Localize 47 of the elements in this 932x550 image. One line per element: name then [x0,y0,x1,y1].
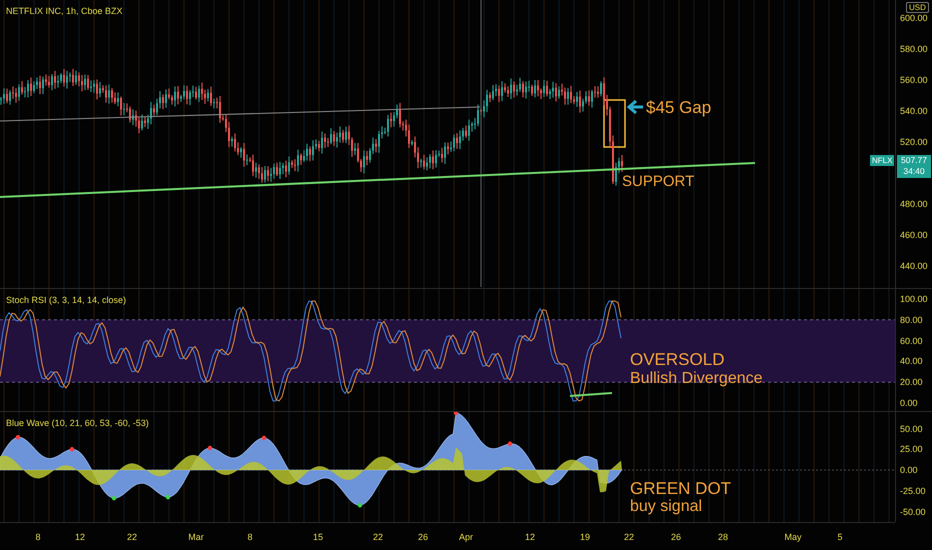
indicator-legend: Stoch RSI (3, 3, 14, 14, close) [6,295,126,305]
indicator-label: 80.00 [900,314,923,325]
time-label: 12 [75,532,85,542]
price-tag: 507.77 34:40 [897,155,931,178]
price-label: 580.00 [900,44,928,54]
time-label: 22 [127,532,137,542]
divergence-annotation: Bullish Divergence [630,371,763,387]
indicator-label: -50.00 [900,506,926,516]
indicator-label: 50.00 [900,424,923,434]
price-label: 600.00 [900,13,928,23]
price-label: 460.00 [900,230,928,240]
indicator-label: 0.00 [900,465,918,475]
dot-annotation: GREEN DOT [630,480,732,497]
time-label: Mar [188,532,204,542]
indicator-label: 40.00 [900,356,923,366]
time-label: 22 [373,532,383,542]
chart-legend: NETFLIX INC, 1h, Cboe BZX [6,6,123,16]
time-label: 5 [838,532,842,542]
oversold-annotation: OVERSOLD [630,351,724,368]
time-label: 8 [36,532,40,542]
buy-signal-annotation: buy signal [630,499,702,515]
support-annotation: SUPPORT [622,174,694,189]
price-label: 560.00 [900,75,928,85]
indicator-label: -25.00 [900,486,926,496]
indicator-label: 0.00 [900,398,918,408]
time-label: 19 [580,532,590,542]
time-label: 22 [624,532,634,542]
indicator-label: 20.00 [900,377,923,388]
price-label: 440.00 [900,261,928,271]
time-label: 28 [718,532,728,542]
time-label: 15 [313,532,323,542]
time-label: 12 [525,532,535,542]
time-label: 26 [418,532,428,542]
indicator-label: 100.00 [900,294,928,304]
time-label: 26 [671,532,681,542]
time-label: May [784,532,802,542]
currency-label: USD [906,2,929,13]
symbol-tag: NFLX [870,155,894,166]
price-label: 540.00 [900,106,928,116]
gap-annotation: $45 Gap [646,99,712,116]
time-label: Apr [459,532,473,542]
indicator-label: 25.00 [900,444,923,454]
price-label: 480.00 [900,199,928,209]
indicator-label: 60.00 [900,336,923,346]
indicator-legend: Blue Wave (10, 21, 60, 53, -60, -53) [6,418,149,428]
time-label: 8 [248,532,252,542]
price-label: 520.00 [900,137,928,147]
